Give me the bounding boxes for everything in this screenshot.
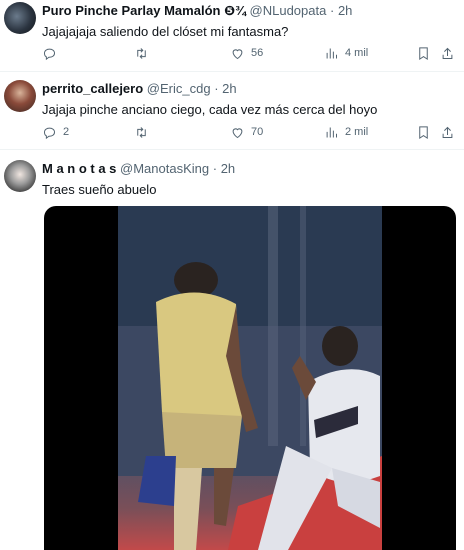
retweet-icon (137, 47, 146, 59)
heart-icon (232, 127, 243, 138)
avatar[interactable] (4, 2, 36, 34)
share-button[interactable] (440, 123, 455, 141)
comment-icon (43, 127, 56, 139)
timestamp[interactable]: 2h (221, 161, 235, 176)
action-bar: 56 4 mil (42, 44, 458, 62)
retweet-icon (137, 126, 146, 138)
like-button[interactable]: 70 (230, 123, 263, 141)
tweet-text: Jajaja pinche anciano ciego, cada vez má… (42, 102, 378, 117)
reply-count: 2 (63, 126, 70, 138)
separator-dot: · (329, 3, 335, 18)
heart-icon (232, 48, 243, 59)
reply-tweet[interactable]: perrito_callejero @Eric_cdg · 2h Jajaja … (0, 72, 464, 150)
share-icon (442, 126, 453, 138)
retweet-button[interactable] (134, 123, 155, 141)
bookmark-button[interactable] (416, 123, 431, 141)
user-handle[interactable]: @Eric_cdg (147, 81, 211, 96)
video-still-image (118, 206, 382, 550)
bookmark-icon (419, 46, 428, 60)
reply-button[interactable]: 2 (42, 123, 69, 141)
views-button[interactable]: 4 mil (324, 44, 368, 62)
tweet-header: perrito_callejero @Eric_cdg · 2h (42, 81, 458, 97)
avatar[interactable] (4, 160, 36, 192)
like-count: 70 (251, 126, 264, 138)
avatar[interactable] (4, 80, 36, 112)
separator-dot: · (212, 161, 218, 176)
share-button[interactable] (440, 44, 455, 62)
tweet-text: Jajajajaja saliendo del clóset mi fantas… (42, 24, 289, 39)
comment-icon (43, 48, 56, 60)
bookmark-icon (419, 125, 428, 139)
retweet-button[interactable] (134, 44, 155, 62)
views-icon (326, 127, 337, 137)
timestamp[interactable]: 2h (338, 3, 352, 18)
view-count: 2 mil (345, 126, 369, 138)
views-button[interactable]: 2 mil (324, 123, 368, 141)
user-handle[interactable]: @NLudopata (250, 3, 327, 18)
display-name[interactable]: Puro Pinche Parlay Mamalón ❺¾ (42, 3, 246, 18)
tweet-header: M a n o t a s @ManotasKing · 2h (42, 161, 458, 177)
display-name[interactable]: M a n o t a s (42, 161, 116, 176)
share-icon (442, 47, 453, 59)
like-count: 56 (251, 47, 264, 59)
tweet-text: Traes sueño abuelo (42, 182, 157, 197)
reply-button[interactable] (42, 44, 63, 62)
view-count: 4 mil (345, 47, 369, 59)
action-bar: 2 70 2 mil (42, 123, 458, 141)
views-icon (326, 48, 337, 58)
video-frame (118, 206, 382, 550)
like-button[interactable]: 56 (230, 44, 263, 62)
bookmark-button[interactable] (416, 44, 431, 62)
tweet-video[interactable] (44, 206, 456, 550)
tweet-header: Puro Pinche Parlay Mamalón ❺¾ @NLudopata… (42, 3, 458, 19)
reply-tweet[interactable]: Puro Pinche Parlay Mamalón ❺¾ @NLudopata… (0, 0, 464, 72)
display-name[interactable]: perrito_callejero (42, 81, 143, 96)
timestamp[interactable]: 2h (222, 81, 236, 96)
user-handle[interactable]: @ManotasKing (120, 161, 209, 176)
separator-dot: · (214, 81, 219, 96)
